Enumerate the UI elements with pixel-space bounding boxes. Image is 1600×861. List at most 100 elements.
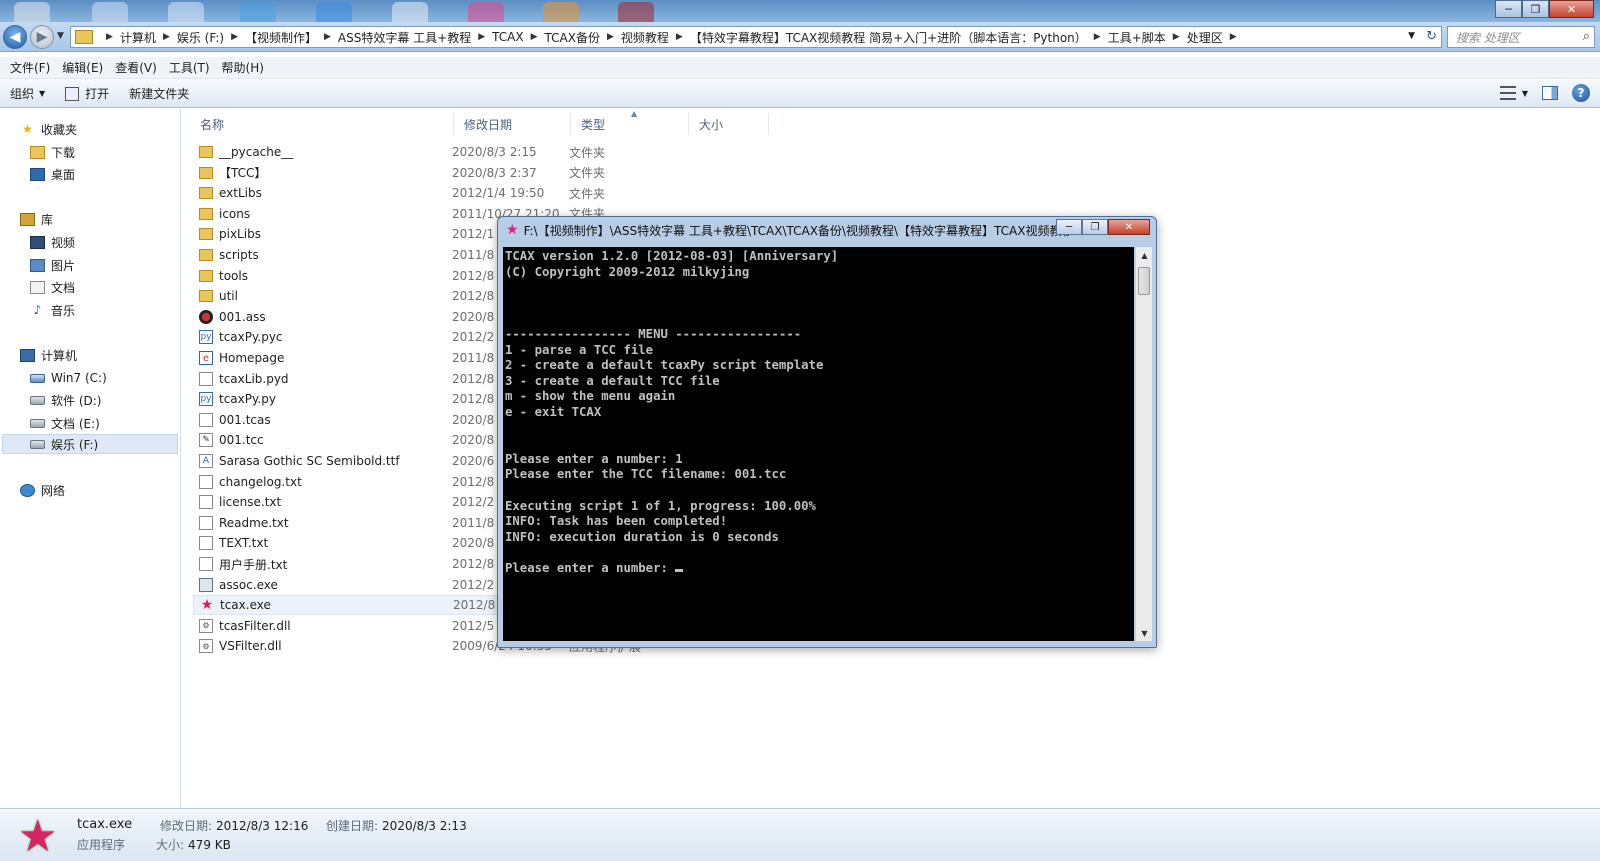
pictures-library-icon (30, 258, 45, 272)
refresh-icon[interactable]: ↻ (1426, 29, 1437, 44)
file-row[interactable]: 【TCC】 2020/8/3 2:37 文件夹 (193, 163, 765, 183)
nav-drive-e[interactable]: 文档 (E:) (30, 413, 100, 433)
console-scrollbar[interactable]: ▲ ▼ (1135, 247, 1152, 641)
nav-desktop[interactable]: 桌面 (30, 164, 75, 184)
file-row[interactable]: extLibs 2012/1/4 19:50 文件夹 (193, 183, 765, 203)
file-name: TEXT.txt (219, 536, 269, 551)
scroll-down-icon[interactable]: ▼ (1136, 625, 1153, 641)
breadcrumb-separator-icon[interactable]: ▶ (607, 32, 614, 42)
nav-downloads[interactable]: 下载 (30, 142, 75, 162)
file-name: Homepage (219, 351, 285, 365)
nav-pictures[interactable]: 图片 (30, 255, 75, 275)
close-button[interactable]: ✕ (1549, 0, 1594, 18)
file-name: Readme.txt (219, 515, 289, 530)
breadcrumb-separator-icon[interactable]: ▶ (106, 32, 113, 42)
file-row[interactable]: __pycache__ 2020/8/3 2:15 文件夹 (193, 142, 765, 162)
nav-favorites[interactable]: ★ 收藏夹 (20, 119, 77, 139)
recent-pages-dropdown[interactable]: ▼ (57, 31, 64, 41)
column-header-type[interactable]: 类型 (571, 113, 689, 135)
nav-library[interactable]: 库 (20, 209, 53, 229)
file-name: Sarasa Gothic SC Semibold.ttf (219, 454, 400, 468)
scroll-up-icon[interactable]: ▲ (1136, 247, 1153, 263)
breadcrumb-item[interactable]: 视频教程 (621, 29, 669, 46)
new-folder-button[interactable]: 新建文件夹 (119, 85, 199, 102)
tcc-file-icon: ✎ (199, 433, 213, 448)
console-maximize-button[interactable]: ❐ (1082, 219, 1108, 235)
console-close-button[interactable]: ✕ (1108, 219, 1150, 235)
scroll-thumb[interactable] (1138, 267, 1150, 295)
console-minimize-button[interactable]: ─ (1056, 219, 1082, 235)
nav-documents[interactable]: 文档 (30, 277, 75, 297)
forward-button[interactable]: ▶ (30, 25, 54, 49)
maximize-button[interactable]: ❐ (1522, 0, 1549, 18)
nav-label: 网络 (41, 483, 66, 498)
breadcrumb-item[interactable]: 【视频制作】 (245, 29, 317, 46)
breadcrumb-separator-icon[interactable]: ▶ (231, 32, 238, 42)
change-view-button[interactable]: ▼ (1499, 86, 1528, 100)
nav-drive-f[interactable]: 娱乐 (F:) (2, 434, 178, 454)
breadcrumb-separator-icon[interactable]: ▶ (163, 32, 170, 42)
minimize-button[interactable]: ─ (1495, 0, 1522, 18)
file-name: changelog.txt (219, 474, 302, 489)
breadcrumb-separator-icon[interactable]: ▶ (1173, 32, 1180, 42)
address-dropdown-icon[interactable]: ▼ (1408, 31, 1415, 41)
hard-drive-icon (30, 439, 45, 449)
nav-network[interactable]: 网络 (20, 480, 65, 500)
breadcrumb-item[interactable]: 计算机 (120, 29, 156, 46)
open-button[interactable]: 打开 (55, 85, 119, 102)
details-created-label: 创建日期: (326, 819, 379, 833)
python-file-icon: py (199, 392, 213, 407)
breadcrumb-item[interactable]: TCAX (492, 30, 523, 44)
breadcrumb-item[interactable]: TCAX备份 (545, 29, 600, 46)
console-window[interactable]: ★ F:\【视频制作】\ASS特效字幕 工具+教程\TCAX\TCAX备份\视频… (497, 216, 1157, 648)
breadcrumb-separator-icon[interactable]: ▶ (324, 32, 331, 42)
console-cursor (675, 568, 684, 572)
breadcrumb-item[interactable]: 工具+脚本 (1108, 29, 1166, 46)
hard-drive-icon (30, 418, 45, 428)
nav-videos[interactable]: 视频 (30, 232, 75, 252)
nav-music[interactable]: ♪ 音乐 (30, 300, 75, 320)
computer-icon (20, 348, 35, 362)
breadcrumb-separator-icon[interactable]: ▶ (676, 32, 683, 42)
breadcrumb-separator-icon[interactable]: ▶ (531, 32, 538, 42)
dll-icon: ⚙ (199, 618, 213, 633)
taskbar-ghost-icon (543, 2, 579, 22)
console-output[interactable]: TCAX version 1.2.0 [2012-08-03] [Anniver… (503, 247, 1134, 641)
file-name: 001.tcc (219, 433, 264, 448)
console-text: TCAX version 1.2.0 [2012-08-03] [Anniver… (503, 247, 1134, 576)
column-header-size[interactable]: 大小 (689, 113, 769, 135)
nav-computer[interactable]: 计算机 (20, 345, 77, 365)
folder-icon (199, 166, 213, 179)
breadcrumb-separator-icon[interactable]: ▶ (478, 32, 485, 42)
taskbar-ghost-icon (168, 2, 204, 22)
console-line: Please enter a number: 1 (505, 451, 683, 466)
breadcrumb-item[interactable]: 【特效字幕教程】TCAX视频教程 简易+入门+进阶（脚本语言：Python） (690, 29, 1087, 46)
menu-item[interactable]: 文件(F) (4, 59, 56, 76)
file-name: 001.ass (219, 309, 266, 324)
menu-bar: 文件(F) 编辑(E) 查看(V) 工具(T) 帮助(H) (0, 57, 1600, 79)
breadcrumb-separator-icon[interactable]: ▶ (1230, 32, 1237, 42)
file-name: scripts (219, 248, 259, 262)
preview-pane-icon[interactable] (1542, 86, 1558, 100)
address-bar[interactable]: ▶ 计算机 ▶ 娱乐 (F:) ▶ 【视频制作】 ▶ ASS特效字幕 工具+教程 ▶ TCAX ▶ T… (70, 26, 1442, 48)
back-button[interactable]: ◀ (3, 25, 27, 49)
help-icon[interactable]: ? (1572, 84, 1590, 102)
nav-drive-d[interactable]: 软件 (D:) (30, 390, 101, 410)
menu-item[interactable]: 编辑(E) (56, 59, 109, 76)
search-icon[interactable]: ⌕ (1583, 29, 1590, 44)
column-header-date[interactable]: 修改日期 (454, 113, 571, 135)
text-file-icon (199, 557, 213, 571)
organize-button[interactable]: 组织 ▼ (0, 85, 55, 102)
nav-drive-c[interactable]: Win7 (C:) (30, 368, 107, 388)
console-line: INFO: execution duration is 0 seconds (505, 529, 779, 544)
column-header-name[interactable]: 名称 (190, 113, 454, 135)
star-icon: ★ (22, 122, 33, 136)
breadcrumb-separator-icon[interactable]: ▶ (1094, 32, 1101, 42)
menu-item[interactable]: 查看(V) (109, 59, 163, 76)
breadcrumb-item[interactable]: 娱乐 (F:) (177, 29, 224, 46)
menu-item[interactable]: 帮助(H) (216, 59, 270, 76)
breadcrumb-item[interactable]: 处理区 (1187, 29, 1223, 46)
search-input[interactable]: 搜索 处理区 ⌕ (1447, 26, 1595, 48)
menu-item[interactable]: 工具(T) (163, 59, 216, 76)
breadcrumb-item[interactable]: ASS特效字幕 工具+教程 (338, 29, 471, 46)
